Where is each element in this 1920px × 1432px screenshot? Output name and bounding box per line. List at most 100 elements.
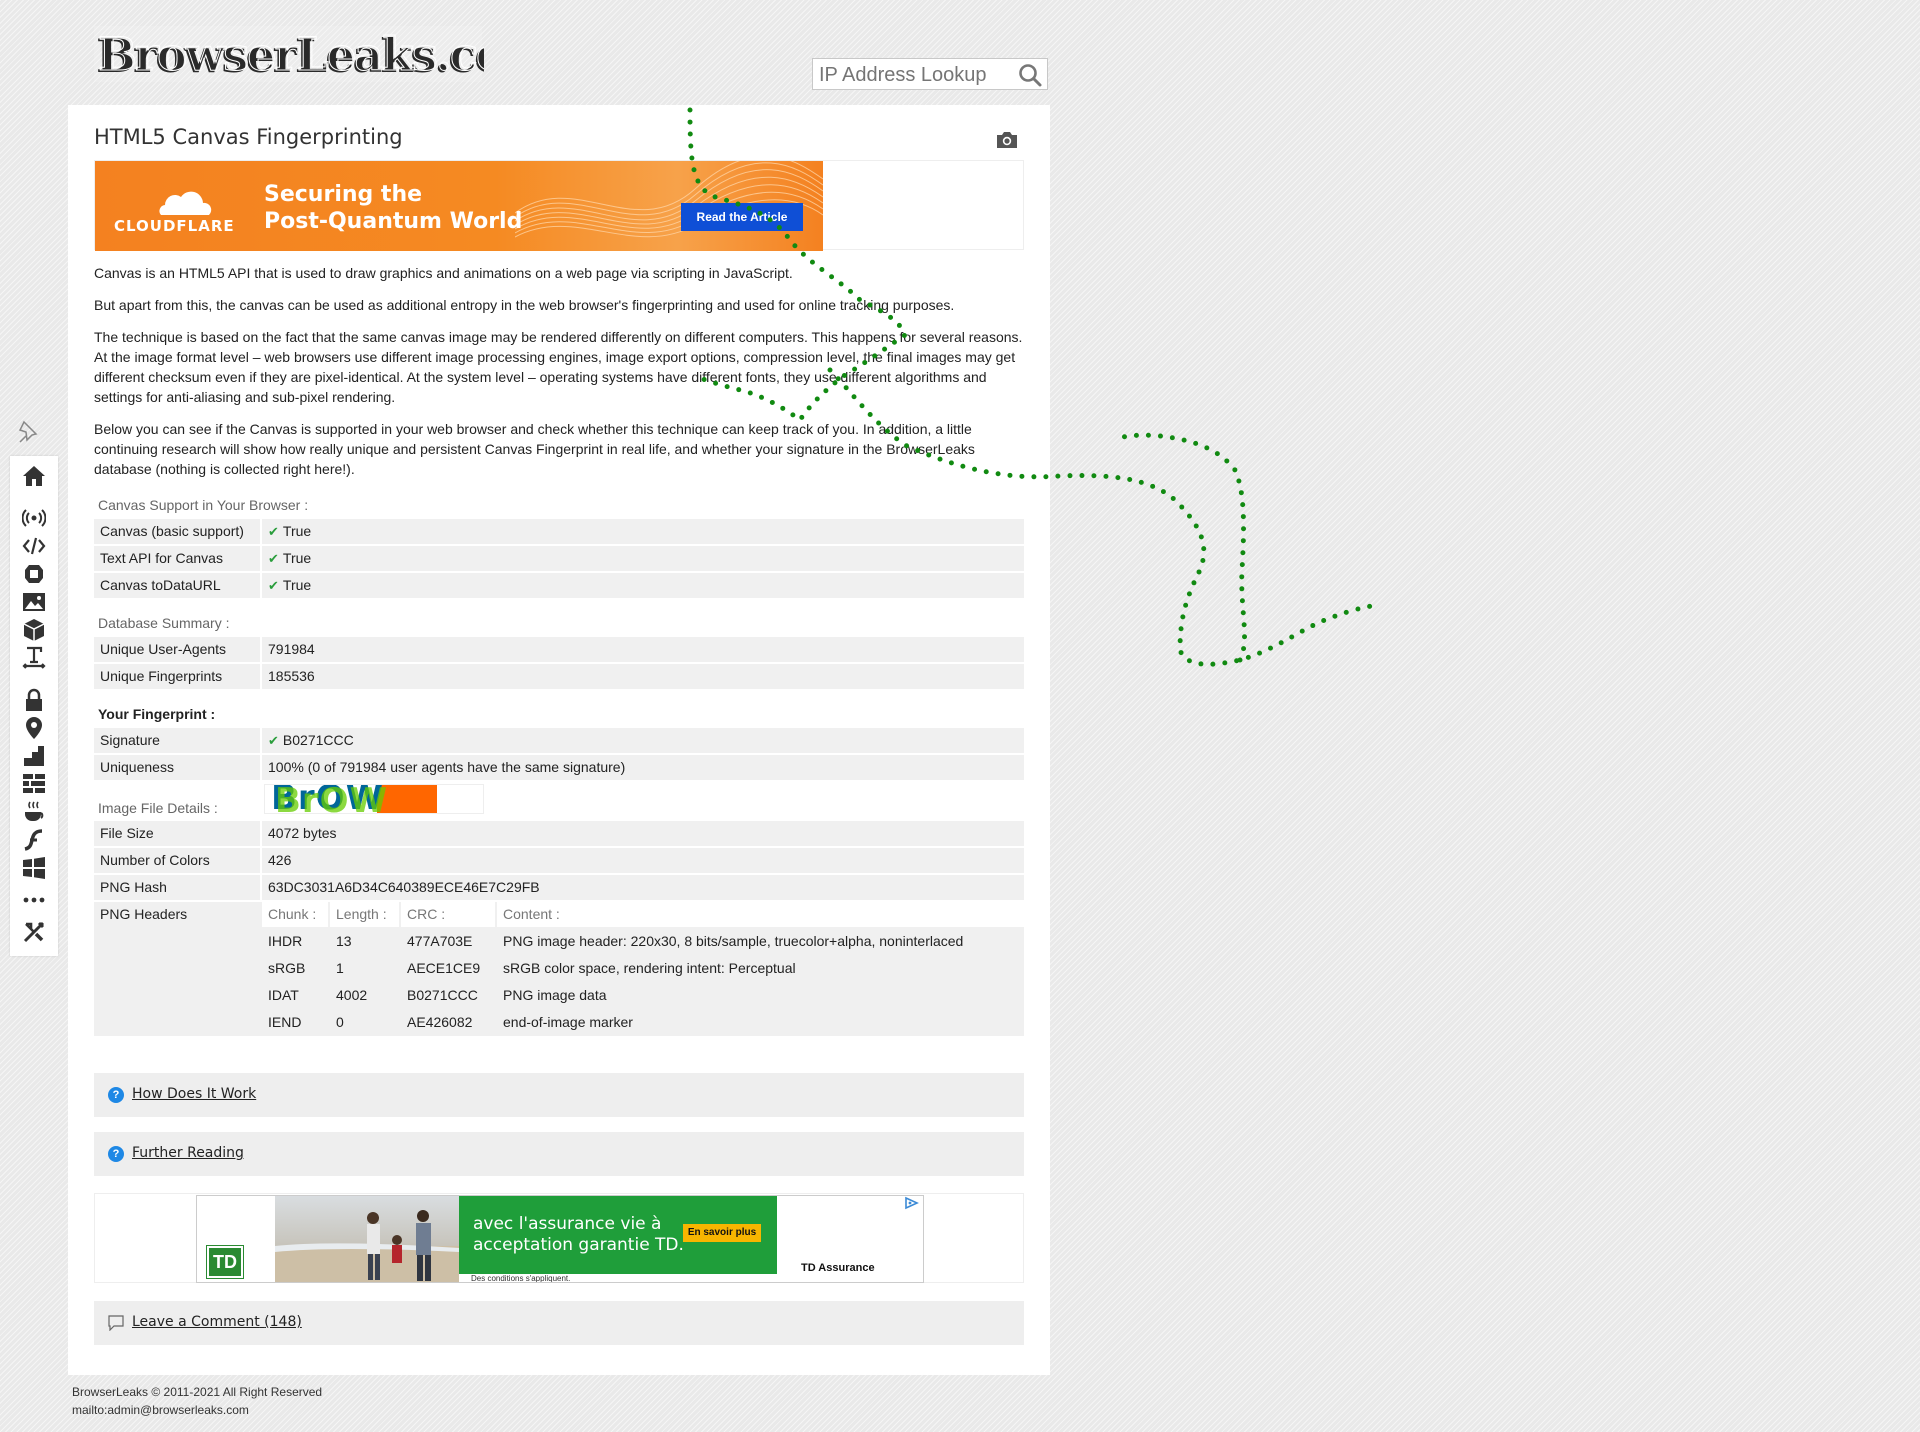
- ad-message-line2: acceptation garantie TD.: [473, 1235, 684, 1255]
- crc-cell: 477A703E: [401, 929, 495, 954]
- main-content-card: HTML5 Canvas Fingerprinting CLOUDFLARE S…: [68, 105, 1050, 1375]
- support-value: ✔ True: [262, 546, 1024, 571]
- font-icon[interactable]: [22, 646, 46, 670]
- image-detail-value: 426: [262, 848, 1024, 873]
- home-icon[interactable]: [22, 464, 46, 488]
- image-details-label: Image File Details :: [98, 800, 218, 816]
- further-reading-section[interactable]: ? Further Reading: [94, 1132, 1024, 1176]
- database-key: Unique Fingerprints: [94, 664, 260, 689]
- read-article-button[interactable]: Read the Article: [681, 203, 803, 231]
- td-ad[interactable]: TD avec l'assurance vie à acceptation ga…: [196, 1195, 924, 1283]
- canvas-fingerprint-image: BrOW BrOW: [264, 784, 484, 814]
- database-section-label: Database Summary :: [98, 615, 230, 631]
- search-input[interactable]: [819, 63, 1009, 87]
- database-value: 185536: [262, 664, 1024, 689]
- database-value: 791984: [262, 637, 1024, 662]
- intro-paragraph-3: The technique is based on the fact that …: [94, 329, 1023, 405]
- image-icon[interactable]: [22, 590, 46, 614]
- column-header-length: Length :: [330, 902, 399, 927]
- fingerprint-section-label: Your Fingerprint :: [98, 706, 216, 722]
- signature-key: Signature: [94, 728, 260, 753]
- leave-comment-link[interactable]: Leave a Comment (148): [132, 1314, 302, 1330]
- png-header-row: Chunk : Length : CRC : Content :: [262, 902, 1024, 927]
- support-row: Canvas toDataURL ✔ True: [94, 573, 1024, 598]
- chart-icon[interactable]: [22, 744, 46, 768]
- bricks-icon[interactable]: [22, 772, 46, 796]
- how-does-it-work-section[interactable]: ? How Does It Work: [94, 1073, 1024, 1117]
- flash-icon[interactable]: [22, 828, 46, 852]
- image-detail-key: Number of Colors: [94, 848, 260, 873]
- support-value-text: True: [282, 550, 312, 566]
- more-icon[interactable]: [22, 888, 46, 912]
- page-title: HTML5 Canvas Fingerprinting: [94, 125, 403, 149]
- contact-email-link[interactable]: mailto:admin@browserleaks.com: [72, 1401, 322, 1419]
- learn-more-button[interactable]: En savoir plus: [683, 1224, 761, 1242]
- content-cell: end-of-image marker: [497, 1010, 1024, 1035]
- content-cell: PNG image data: [497, 983, 1024, 1008]
- table-row: IDAT 4002 B0271CCC PNG image data: [262, 983, 1024, 1008]
- cloudflare-ad[interactable]: CLOUDFLARE Securing the Post-Quantum Wor…: [95, 161, 823, 251]
- browserleaks-logo[interactable]: BrowserLeaks.com BrowserLeaks.com: [92, 20, 484, 88]
- code-icon[interactable]: [22, 534, 46, 558]
- comments-section[interactable]: Leave a Comment (148): [94, 1301, 1024, 1345]
- td-logo: TD: [206, 1245, 244, 1279]
- adchoices-icon[interactable]: [903, 1196, 921, 1210]
- chunk-cell: IEND: [262, 1010, 328, 1035]
- comment-icon: [108, 1315, 124, 1331]
- signature-value-text: B0271CCC: [282, 732, 354, 748]
- leave-comment-text[interactable]: Leave a Comment: [132, 1314, 260, 1330]
- image-detail-value: 63DC3031A6D34C640389ECE46E7C29FB: [262, 875, 1024, 900]
- database-row: Unique Fingerprints 185536: [94, 664, 1024, 689]
- svg-text:BrOW: BrOW: [275, 785, 388, 814]
- check-icon: ✔: [268, 733, 279, 748]
- tools-icon[interactable]: [22, 920, 46, 944]
- database-row: Unique User-Agents 791984: [94, 637, 1024, 662]
- image-detail-value: 4072 bytes: [262, 821, 1024, 846]
- ad-message-line1: avec l'assurance vie à: [473, 1214, 662, 1234]
- support-key: Canvas toDataURL: [94, 573, 260, 598]
- pin-icon[interactable]: [16, 418, 44, 446]
- further-reading-link[interactable]: Further Reading: [132, 1145, 244, 1161]
- ad-headline-line2: Post-Quantum World: [264, 209, 523, 234]
- crc-cell: B0271CCC: [401, 983, 495, 1008]
- help-icon: ?: [108, 1146, 124, 1162]
- support-value: ✔ True: [262, 519, 1024, 544]
- search-icon[interactable]: [1017, 62, 1043, 88]
- footer: BrowserLeaks © 2011-2021 All Right Reser…: [72, 1383, 322, 1419]
- ip-lookup-search[interactable]: [812, 58, 1048, 90]
- length-cell: 1: [330, 956, 399, 981]
- check-icon: ✔: [268, 551, 279, 566]
- webgl-icon[interactable]: [22, 562, 46, 586]
- wifi-icon[interactable]: [22, 506, 46, 530]
- comment-count: (148): [264, 1314, 302, 1330]
- support-row: Text API for Canvas ✔ True: [94, 546, 1024, 571]
- support-value: ✔ True: [262, 573, 1024, 598]
- ad-headline: Securing the Post-Quantum World: [264, 181, 522, 235]
- lock-icon[interactable]: [22, 688, 46, 712]
- intro-paragraph-4: Below you can see if the Canvas is suppo…: [94, 421, 975, 477]
- cube-icon[interactable]: [22, 618, 46, 642]
- check-icon: ✔: [268, 524, 279, 539]
- table-row: sRGB 1 AECE1CE9 sRGB color space, render…: [262, 956, 1024, 981]
- location-icon[interactable]: [22, 716, 46, 740]
- table-row: IHDR 13 477A703E PNG image header: 220x3…: [262, 929, 1024, 954]
- java-icon[interactable]: [22, 800, 46, 824]
- cloudflare-wordmark: CLOUDFLARE: [114, 217, 235, 235]
- image-detail-row: File Size 4072 bytes: [94, 821, 1024, 846]
- crc-cell: AE426082: [401, 1010, 495, 1035]
- uniqueness-key: Uniqueness: [94, 755, 260, 780]
- windows-icon[interactable]: [22, 856, 46, 880]
- crc-cell: AECE1CE9: [401, 956, 495, 981]
- check-icon: ✔: [268, 578, 279, 593]
- how-does-it-work-link[interactable]: How Does It Work: [132, 1086, 256, 1102]
- uniqueness-value: 100% (0 of 791984 user agents have the s…: [262, 755, 1024, 780]
- chunk-cell: IDAT: [262, 983, 328, 1008]
- png-headers-key: PNG Headers: [100, 906, 188, 922]
- camera-icon[interactable]: [996, 131, 1018, 149]
- table-row: IEND 0 AE426082 end-of-image marker: [262, 1010, 1024, 1035]
- copyright: BrowserLeaks © 2011-2021 All Right Reser…: [72, 1385, 323, 1399]
- image-detail-key: PNG Hash: [94, 875, 260, 900]
- ad-brand: TD Assurance: [801, 1262, 875, 1274]
- support-section-label: Canvas Support in Your Browser :: [98, 497, 309, 513]
- content-cell: PNG image header: 220x30, 8 bits/sample,…: [497, 929, 1024, 954]
